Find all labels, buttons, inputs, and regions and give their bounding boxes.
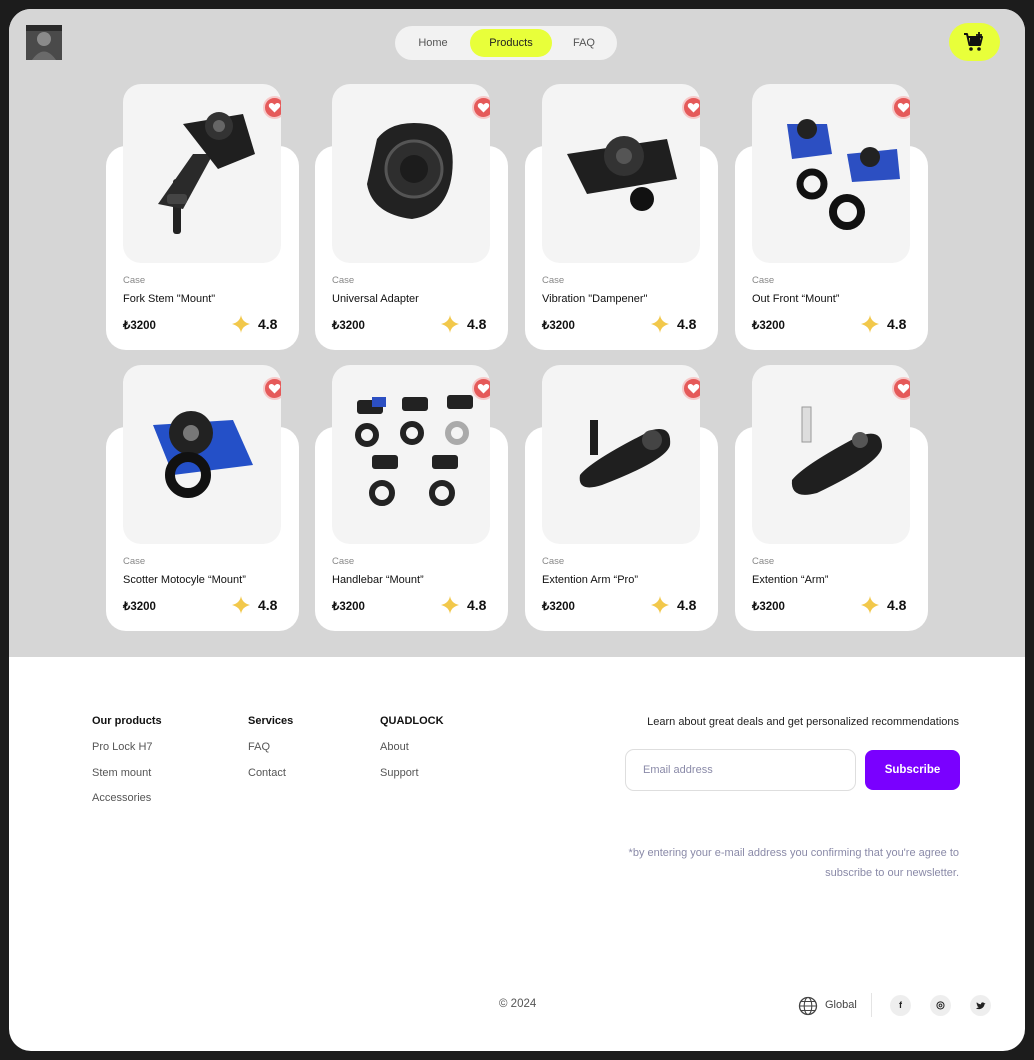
product-rating: 4.8 (887, 597, 907, 613)
product-rating: 4.8 (467, 316, 487, 332)
newsletter-disclaimer: *by entering your e-mail address you con… (619, 843, 959, 883)
product-rating: 4.8 (258, 316, 278, 332)
product-category: Case (752, 556, 775, 567)
product-price: ₺3200 (123, 601, 156, 613)
product-rating: 4.8 (677, 597, 697, 613)
sparkle-star-icon (861, 596, 879, 614)
product-price: ₺3200 (332, 601, 365, 613)
product-name: Out Front “Mount” (752, 293, 840, 305)
product-name: Scotter Motocyle “Mount” (123, 574, 246, 586)
product-category: Case (332, 556, 355, 567)
product-name: Extention “Arm” (752, 574, 829, 586)
product-category: Case (332, 275, 355, 286)
product-card[interactable]: Case Out Front “Mount” ₺3200 4.8 (735, 84, 928, 366)
product-card[interactable]: Case Extention “Arm” ₺3200 4.8 (735, 365, 928, 647)
product-name: Universal Adapter (332, 293, 419, 305)
product-rating: 4.8 (677, 316, 697, 332)
footer-link-faq[interactable]: FAQ (248, 741, 270, 753)
sparkle-star-icon (232, 315, 250, 333)
footer-heading-services: Services (248, 715, 294, 727)
footer-link-about[interactable]: About (380, 741, 409, 753)
product-name: Vibration "Dampener" (542, 293, 648, 305)
product-rating: 4.8 (258, 597, 278, 613)
product-card[interactable]: Case Universal Adapter ₺3200 4.8 (315, 84, 508, 366)
nav-faq[interactable]: FAQ (559, 29, 609, 57)
product-price: ₺3200 (752, 601, 785, 613)
heart-icon[interactable] (472, 96, 490, 119)
product-category: Case (752, 275, 775, 286)
subscribe-button[interactable]: Subscribe (865, 750, 960, 790)
sparkle-star-icon (651, 596, 669, 614)
product-name: Extention Arm “Pro” (542, 574, 638, 586)
email-field[interactable] (625, 749, 856, 791)
heart-icon[interactable] (892, 96, 910, 119)
products-section: Home Products FAQ Case Fork Stem "Mount"… (9, 9, 1025, 657)
sparkle-star-icon (232, 596, 250, 614)
product-price: ₺3200 (542, 601, 575, 613)
nav-home[interactable]: Home (403, 29, 463, 57)
footer-link-support[interactable]: Support (380, 767, 419, 779)
cart-plus-icon (964, 32, 983, 51)
nav-products[interactable]: Products (470, 29, 552, 57)
newsletter-headline: Learn about great deals and get personal… (647, 716, 959, 728)
product-category: Case (123, 275, 146, 286)
product-image[interactable] (542, 84, 700, 263)
main-nav: Home Products FAQ (395, 26, 617, 60)
footer-link-accessories[interactable]: Accessories (92, 792, 151, 804)
product-price: ₺3200 (542, 320, 575, 332)
footer-link-contact[interactable]: Contact (248, 767, 286, 779)
facebook-icon[interactable]: f (890, 995, 911, 1016)
heart-icon[interactable] (472, 377, 490, 400)
twitter-icon[interactable] (970, 995, 991, 1016)
footer-heading-our-products: Our products (92, 715, 162, 727)
product-price: ₺3200 (123, 320, 156, 332)
product-image[interactable] (752, 365, 910, 544)
heart-icon[interactable] (263, 96, 281, 119)
product-name: Handlebar “Mount” (332, 574, 424, 586)
product-price: ₺3200 (752, 320, 785, 332)
sparkle-star-icon (651, 315, 669, 333)
product-price: ₺3200 (332, 320, 365, 332)
instagram-icon[interactable]: ◎ (930, 995, 951, 1016)
globe-icon (798, 996, 818, 1016)
product-image[interactable] (332, 365, 490, 544)
page-frame: Home Products FAQ Case Fork Stem "Mount"… (9, 9, 1025, 1051)
footer-link-pro-lock[interactable]: Pro Lock H7 (92, 741, 153, 753)
product-category: Case (123, 556, 146, 567)
product-image[interactable] (123, 365, 281, 544)
product-name: Fork Stem "Mount" (123, 293, 216, 305)
cart-button[interactable] (949, 23, 1000, 61)
product-card[interactable]: Case Extention Arm “Pro” ₺3200 4.8 (525, 365, 718, 647)
sparkle-star-icon (861, 315, 879, 333)
product-category: Case (542, 556, 565, 567)
sparkle-star-icon (441, 596, 459, 614)
product-image[interactable] (752, 84, 910, 263)
copyright: © 2024 (499, 998, 537, 1010)
disclaimer-line-1: *by entering your e-mail address you con… (628, 847, 959, 859)
disclaimer-line-2: subscribe to our newsletter. (825, 867, 959, 879)
product-card[interactable]: Case Fork Stem "Mount" ₺3200 4.8 (106, 84, 299, 366)
product-image[interactable] (123, 84, 281, 263)
heart-icon[interactable] (263, 377, 281, 400)
heart-icon[interactable] (892, 377, 910, 400)
sparkle-star-icon (441, 315, 459, 333)
product-rating: 4.8 (467, 597, 487, 613)
product-rating: 4.8 (887, 316, 907, 332)
heart-icon[interactable] (682, 96, 700, 119)
product-card[interactable]: Case Handlebar “Mount” ₺3200 4.8 (315, 365, 508, 647)
heart-icon[interactable] (682, 377, 700, 400)
product-image[interactable] (542, 365, 700, 544)
footer-link-stem-mount[interactable]: Stem mount (92, 767, 151, 779)
product-card[interactable]: Case Vibration "Dampener" ₺3200 4.8 (525, 84, 718, 366)
product-card[interactable]: Case Scotter Motocyle “Mount” ₺3200 4.8 (106, 365, 299, 647)
footer-divider (871, 993, 872, 1017)
product-image[interactable] (332, 84, 490, 263)
region-selector[interactable]: Global (825, 999, 857, 1011)
user-avatar[interactable] (26, 25, 62, 60)
product-category: Case (542, 275, 565, 286)
footer-heading-quadlock: QUADLOCK (380, 715, 444, 727)
